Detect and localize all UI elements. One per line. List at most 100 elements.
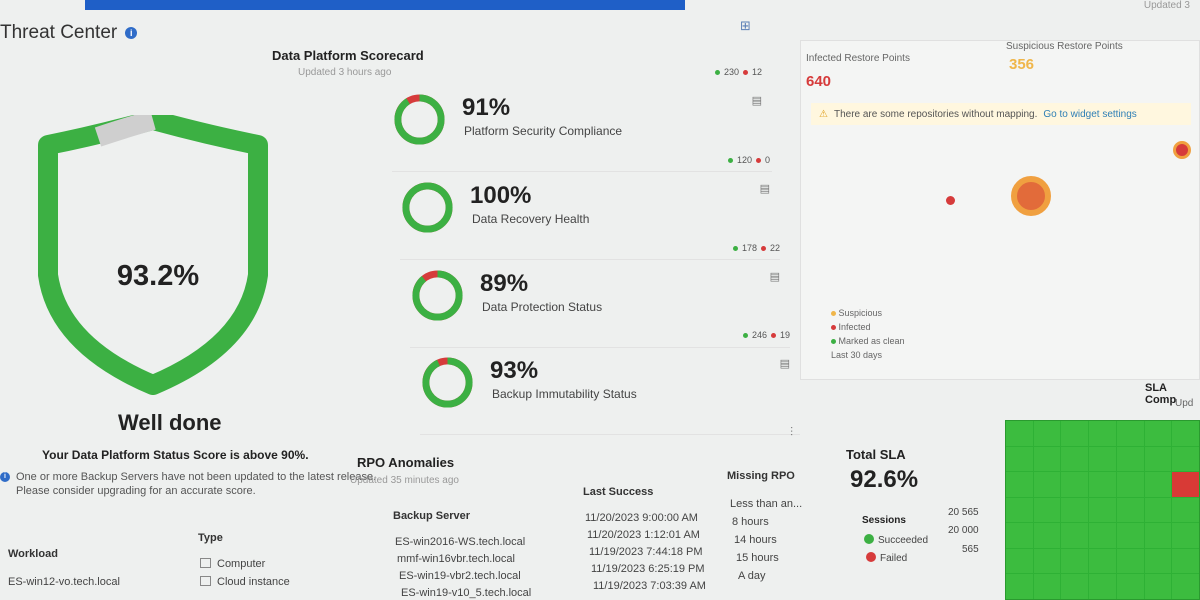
heatmap-cell[interactable] xyxy=(1033,574,1061,599)
heatmap-cell[interactable] xyxy=(1172,446,1199,472)
heatmap-cell[interactable] xyxy=(1116,548,1144,574)
bad-dot-icon xyxy=(770,332,776,338)
scorecard-metric[interactable]: 100% Data Recovery Health 120 0 ▤ xyxy=(400,155,780,260)
computer-icon xyxy=(200,558,211,568)
heatmap-cell[interactable] xyxy=(1116,446,1144,472)
ok-dot-icon xyxy=(727,157,733,163)
widget-settings-link[interactable]: Go to widget settings xyxy=(1043,109,1136,120)
sessions-label: Sessions xyxy=(862,515,906,526)
heatmap-cell[interactable] xyxy=(1116,574,1144,599)
heatmap-cell[interactable] xyxy=(1116,497,1144,523)
heatmap-cell[interactable] xyxy=(1033,446,1061,472)
table-cell-last-success: 11/20/2023 1:12:01 AM xyxy=(587,529,700,541)
heatmap-cell[interactable] xyxy=(1144,523,1172,548)
heatmap-cell[interactable] xyxy=(1061,446,1089,472)
info-icon[interactable]: i xyxy=(125,27,138,39)
heatmap-cell[interactable] xyxy=(1006,446,1033,472)
heatmap-cell[interactable] xyxy=(1089,497,1116,523)
heatmap-cell[interactable] xyxy=(1061,523,1089,548)
legend-period: Last 30 days xyxy=(831,350,883,360)
heatmap-cell[interactable] xyxy=(1006,523,1033,548)
report-icon[interactable]: ▤ xyxy=(770,270,780,283)
page-updated-text: Updated 3 xyxy=(1143,0,1190,11)
bad-dot-icon xyxy=(742,69,748,75)
metric-counts: 230 12 xyxy=(714,67,762,77)
heatmap-cell[interactable] xyxy=(1116,472,1144,497)
metric-value: 93% xyxy=(490,357,539,384)
heatmap-cell[interactable] xyxy=(1061,548,1089,574)
suspicious-label: Suspicious Restore Points xyxy=(1006,41,1123,52)
map-marker-small[interactable] xyxy=(946,196,955,205)
scorecard-updated: Updated 3 hours ago xyxy=(298,67,392,78)
table-cell-last-success: 11/19/2023 7:03:39 AM xyxy=(593,580,706,592)
table-cell-missing-rpo: A day xyxy=(738,570,766,582)
heatmap-cell[interactable] xyxy=(1033,497,1061,523)
heatmap-cell[interactable] xyxy=(1061,574,1089,599)
table-cell-last-success: 11/19/2023 6:25:19 PM xyxy=(591,563,705,575)
heatmap-cell[interactable] xyxy=(1144,472,1172,497)
heatmap-cell[interactable] xyxy=(1061,497,1089,523)
shield-icon xyxy=(38,115,268,395)
heatmap-cell[interactable] xyxy=(1144,421,1172,446)
heatmap-cell[interactable] xyxy=(1061,472,1089,497)
heatmap-cell[interactable] xyxy=(1172,574,1199,599)
bad-dot-icon xyxy=(755,157,761,163)
report-icon[interactable]: ▤ xyxy=(752,94,762,107)
heatmap-cell[interactable] xyxy=(1006,548,1033,574)
report-icon[interactable]: ▤ xyxy=(780,357,790,370)
bad-count: 12 xyxy=(751,67,762,77)
heatmap-cell[interactable] xyxy=(1006,574,1033,599)
widget-settings-icon[interactable]: ⊞ xyxy=(740,18,751,34)
legend-infected: Infected xyxy=(831,320,905,334)
failed-count: 565 xyxy=(962,544,979,555)
status-score-panel: 93.2% Well done Your Data Platform Statu… xyxy=(0,60,390,497)
heatmap-cell[interactable] xyxy=(1006,472,1033,497)
heatmap-cell[interactable] xyxy=(1144,574,1172,599)
heatmap-cell[interactable] xyxy=(1006,421,1033,446)
table-cell-workload[interactable]: ES-win12-vo.tech.local xyxy=(8,576,120,588)
heatmap-cell[interactable] xyxy=(1144,446,1172,472)
scorecard-metric[interactable]: 91% Platform Security Compliance 230 12 … xyxy=(392,67,772,172)
heatmap-cell[interactable] xyxy=(1172,497,1199,523)
column-header-workload[interactable]: Workload xyxy=(8,548,58,560)
heatmap-cell[interactable] xyxy=(1172,421,1199,446)
map-marker-infected[interactable] xyxy=(1011,176,1051,216)
progress-ring xyxy=(412,270,463,321)
heatmap-cell[interactable] xyxy=(1033,523,1061,548)
table-cell-missing-rpo: 15 hours xyxy=(736,552,779,564)
heatmap-cell[interactable] xyxy=(1089,446,1116,472)
heatmap-cell[interactable] xyxy=(1089,548,1116,574)
heatmap-cell[interactable] xyxy=(1172,548,1199,574)
heatmap-cell[interactable] xyxy=(1006,497,1033,523)
heatmap-cell[interactable] xyxy=(1033,472,1061,497)
heatmap-cell[interactable] xyxy=(1116,523,1144,548)
metric-label: Backup Immutability Status xyxy=(492,387,637,401)
scorecard-metric[interactable]: 93% Backup Immutability Status 246 19 ▤ xyxy=(420,330,800,435)
heatmap-cell[interactable] xyxy=(1089,421,1116,446)
heatmap-cell[interactable] xyxy=(1089,523,1116,548)
column-header-missing-rpo[interactable]: Missing RPO xyxy=(727,470,795,482)
map-marker-edge[interactable] xyxy=(1173,141,1191,159)
table-cell-last-success: 11/19/2023 7:44:18 PM xyxy=(589,546,703,558)
heatmap-cell[interactable] xyxy=(1089,574,1116,599)
heatmap-cell[interactable] xyxy=(1172,523,1199,548)
heatmap-cell[interactable] xyxy=(1061,421,1089,446)
column-header-type[interactable]: Type xyxy=(198,532,223,544)
heatmap-cell[interactable] xyxy=(1144,497,1172,523)
page-title-text: Threat Center xyxy=(0,22,118,43)
heatmap-cell[interactable] xyxy=(1033,548,1061,574)
heatmap-cell[interactable] xyxy=(1116,421,1144,446)
widget-settings-icon[interactable]: ⫶ xyxy=(790,425,793,440)
status-verdict-subtitle: Your Data Platform Status Score is above… xyxy=(42,448,309,462)
status-score-value: 93.2% xyxy=(116,260,200,292)
column-header-backup-server[interactable]: Backup Server xyxy=(393,510,470,522)
table-cell-last-success: 11/20/2023 9:00:00 AM xyxy=(585,512,698,524)
map-legend: Suspicious Infected Marked as clean Last… xyxy=(831,306,905,362)
scorecard-metric[interactable]: 89% Data Protection Status 178 22 ▤ xyxy=(410,243,790,348)
heatmap-cell[interactable] xyxy=(1033,421,1061,446)
heatmap-cell[interactable] xyxy=(1144,548,1172,574)
column-header-last-success[interactable]: Last Success xyxy=(583,486,653,498)
report-icon[interactable]: ▤ xyxy=(760,182,770,195)
heatmap-cell[interactable] xyxy=(1172,472,1199,497)
heatmap-cell[interactable] xyxy=(1089,472,1116,497)
